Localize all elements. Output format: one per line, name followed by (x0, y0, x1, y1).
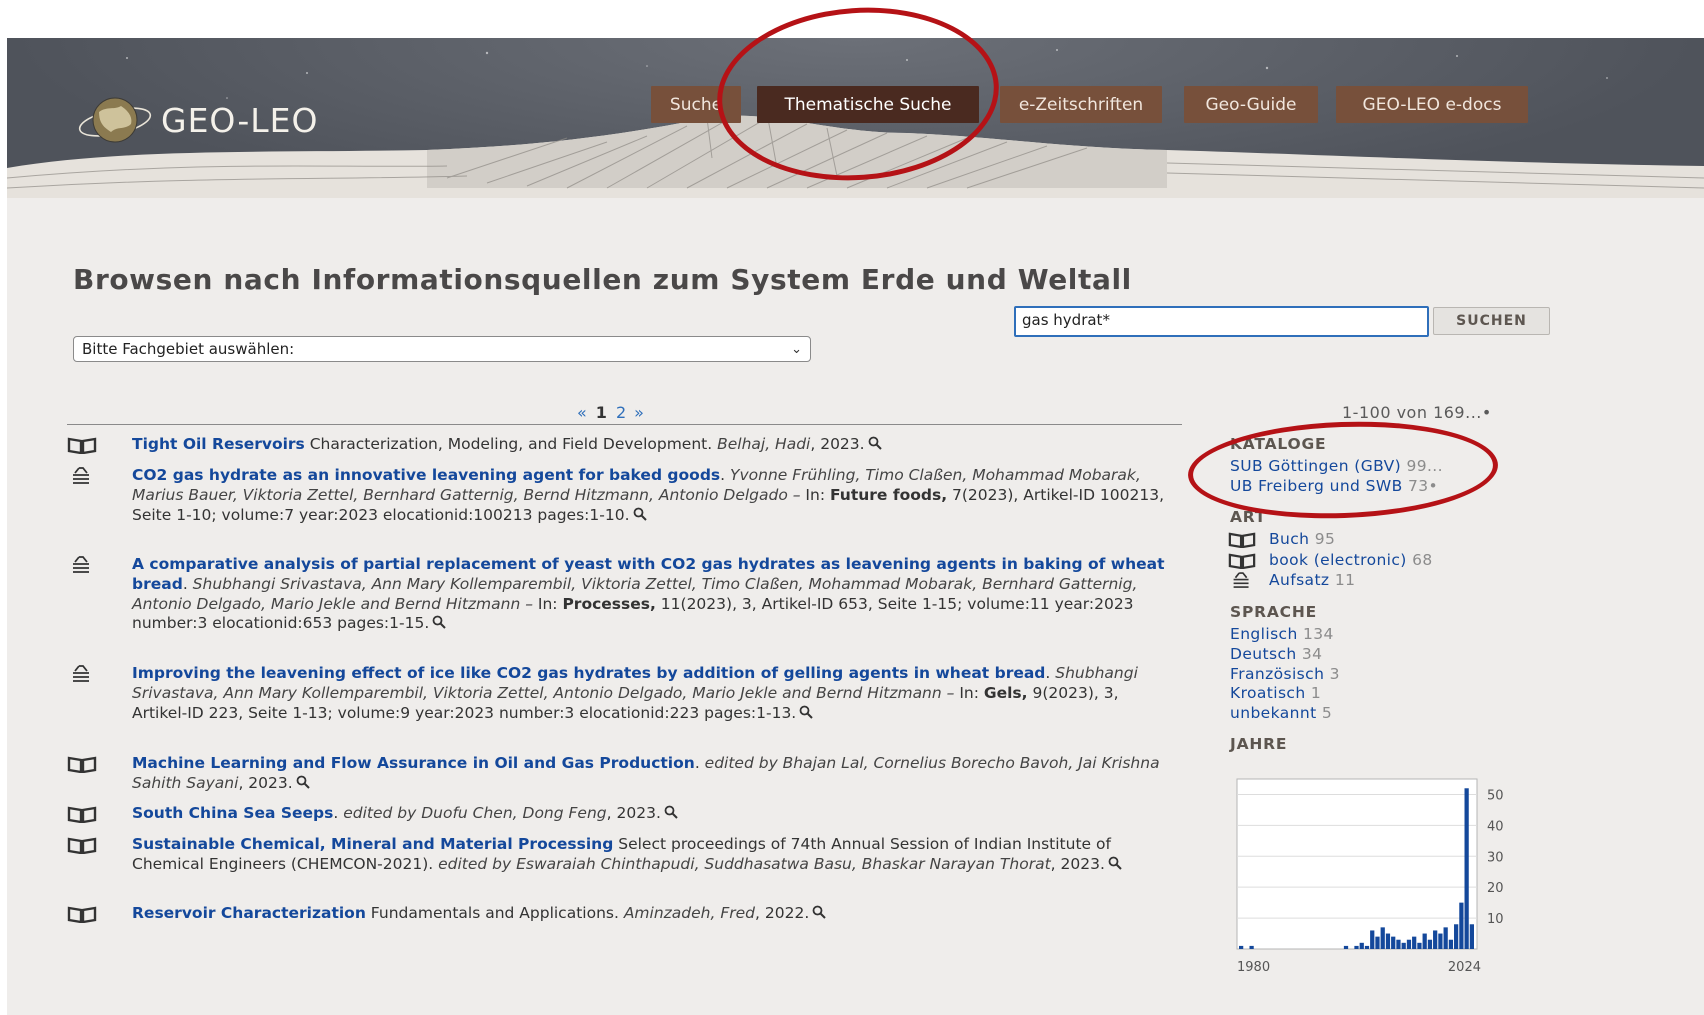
sprache-kroatisch[interactable]: Kroatisch 1 (1230, 684, 1321, 702)
article-icon (73, 665, 89, 682)
book-icon (67, 837, 97, 854)
result-title[interactable]: Machine Learning and Flow Assurance in O… (132, 754, 695, 772)
article-icon (73, 467, 89, 484)
article-icon (1233, 572, 1249, 588)
sprache-englisch[interactable]: Englisch 134 (1230, 625, 1334, 643)
result-title[interactable]: Improving the leavening effect of ice li… (132, 664, 1045, 682)
chart-bar (1385, 933, 1391, 949)
book-icon (67, 437, 97, 454)
magnifier-icon[interactable] (812, 905, 826, 919)
result-item: Tight Oil Reservoirs Characterization, M… (67, 435, 1167, 455)
chart-bar (1433, 930, 1438, 949)
art-buch[interactable]: Buch 95 (1269, 530, 1335, 548)
chart-bar (1469, 924, 1474, 949)
magnifier-icon[interactable] (664, 805, 678, 819)
select-value: Bitte Fachgebiet auswählen: (82, 340, 295, 358)
chart-bar (1354, 945, 1359, 949)
result-title[interactable]: CO2 gas hydrate as an innovative leaveni… (132, 466, 720, 484)
chart-plot-area (1236, 778, 1478, 950)
magnifier-icon[interactable] (296, 775, 310, 789)
jahre-chart[interactable]: 10 20 30 40 50 1980 2024 (1229, 763, 1539, 978)
chart-bar (1438, 933, 1443, 949)
pager-next[interactable]: » (634, 403, 644, 422)
chart-bar (1459, 902, 1464, 949)
pagination: « 1 2 » (573, 403, 648, 422)
magnifier-icon[interactable] (799, 705, 813, 719)
chart-bar (1239, 945, 1244, 949)
chart-ytick-label: 40 (1487, 819, 1504, 834)
result-count: 1-100 von 169...• (1342, 403, 1492, 422)
book-icon (1228, 532, 1256, 548)
book-icon (67, 806, 97, 823)
result-title[interactable]: Tight Oil Reservoirs (132, 435, 305, 453)
pager-current: 1 (595, 403, 607, 422)
search-input[interactable]: gas hydrat* (1014, 306, 1429, 337)
sprache-unbekannt[interactable]: unbekannt 5 (1230, 704, 1332, 722)
result-item: South China Sea Seeps. edited by Duofu C… (67, 804, 1167, 824)
search-button[interactable]: SUCHEN (1433, 307, 1550, 335)
results-divider (67, 424, 1182, 425)
chart-bar (1391, 936, 1396, 949)
chart-bar (1359, 942, 1364, 949)
chart-bar (1443, 927, 1448, 949)
magnifier-icon[interactable] (432, 615, 446, 630)
chart-bar (1448, 939, 1454, 949)
result-item: A comparative analysis of partial replac… (67, 555, 1167, 634)
chart-bar (1401, 942, 1406, 949)
result-item: CO2 gas hydrate as an innovative leaveni… (67, 466, 1167, 525)
logo-text: GEO-LEO (161, 100, 319, 140)
nav-geo-leo-edocs[interactable]: GEO-LEO e-docs (1336, 86, 1528, 123)
result-item: Reservoir Characterization Fundamentals … (67, 904, 1167, 924)
sprache-heading: SPRACHE (1230, 603, 1317, 621)
pager-page-2[interactable]: 2 (616, 403, 626, 422)
chart-bar (1454, 924, 1459, 949)
chart-bar (1375, 936, 1380, 949)
result-title[interactable]: Sustainable Chemical, Mineral and Materi… (132, 835, 613, 853)
article-icon (73, 556, 89, 573)
page-frame: GEO-LEO Suche Thematische Suche e-Zeitsc… (7, 38, 1704, 1015)
chart-xtick-label: 1980 (1237, 960, 1270, 975)
chart-bar (1364, 945, 1370, 949)
nav-geo-guide[interactable]: Geo-Guide (1184, 86, 1318, 123)
jahre-heading: JAHRE (1230, 735, 1288, 753)
sprache-deutsch[interactable]: Deutsch 34 (1230, 645, 1322, 663)
globe-logo-icon (78, 97, 152, 143)
nav-e-zeitschriften[interactable]: e-Zeitschriften (1000, 86, 1162, 123)
chart-bar (1422, 933, 1427, 949)
magnifier-icon[interactable] (1108, 856, 1122, 870)
chart-ytick-label: 50 (1487, 788, 1504, 803)
result-item: Sustainable Chemical, Mineral and Materi… (67, 835, 1167, 875)
magnifier-icon[interactable] (633, 507, 647, 521)
art-book-electronic[interactable]: book (electronic) 68 (1269, 551, 1433, 569)
chart-bar (1343, 945, 1349, 949)
result-item: Improving the leavening effect of ice li… (67, 664, 1167, 723)
chart-ytick-label: 10 (1487, 912, 1504, 927)
chart-ytick-label: 20 (1487, 881, 1504, 896)
chart-bar (1370, 930, 1375, 949)
chart-bar (1464, 788, 1469, 949)
chart-bar (1427, 939, 1433, 949)
page-title: Browsen nach Informationsquellen zum Sys… (73, 263, 1132, 296)
result-item: Machine Learning and Flow Assurance in O… (67, 754, 1167, 794)
pager-prev[interactable]: « (577, 403, 587, 422)
chart-bar (1417, 942, 1422, 949)
chart-ytick-label: 30 (1487, 850, 1504, 865)
chart-xtick-label: 2024 (1448, 960, 1481, 975)
chart-bar (1406, 939, 1412, 949)
sprache-franzoesisch[interactable]: Französisch 3 (1230, 665, 1340, 683)
art-aufsatz[interactable]: Aufsatz 11 (1269, 571, 1355, 589)
result-title[interactable]: Reservoir Characterization (132, 904, 366, 922)
chart-bar (1380, 927, 1385, 949)
chevron-down-icon: ⌄ (791, 341, 802, 357)
geo-leo-logo[interactable]: GEO-LEO (77, 90, 318, 150)
chart-bar (1396, 939, 1401, 949)
fachgebiet-select[interactable]: Bitte Fachgebiet auswählen: ⌄ (73, 336, 811, 362)
book-icon (67, 906, 97, 923)
chart-bar (1412, 936, 1417, 949)
magnifier-icon[interactable] (868, 436, 882, 450)
chart-bar (1249, 945, 1254, 949)
result-title[interactable]: South China Sea Seeps (132, 804, 333, 822)
book-icon (1228, 553, 1256, 569)
book-icon (67, 756, 97, 773)
